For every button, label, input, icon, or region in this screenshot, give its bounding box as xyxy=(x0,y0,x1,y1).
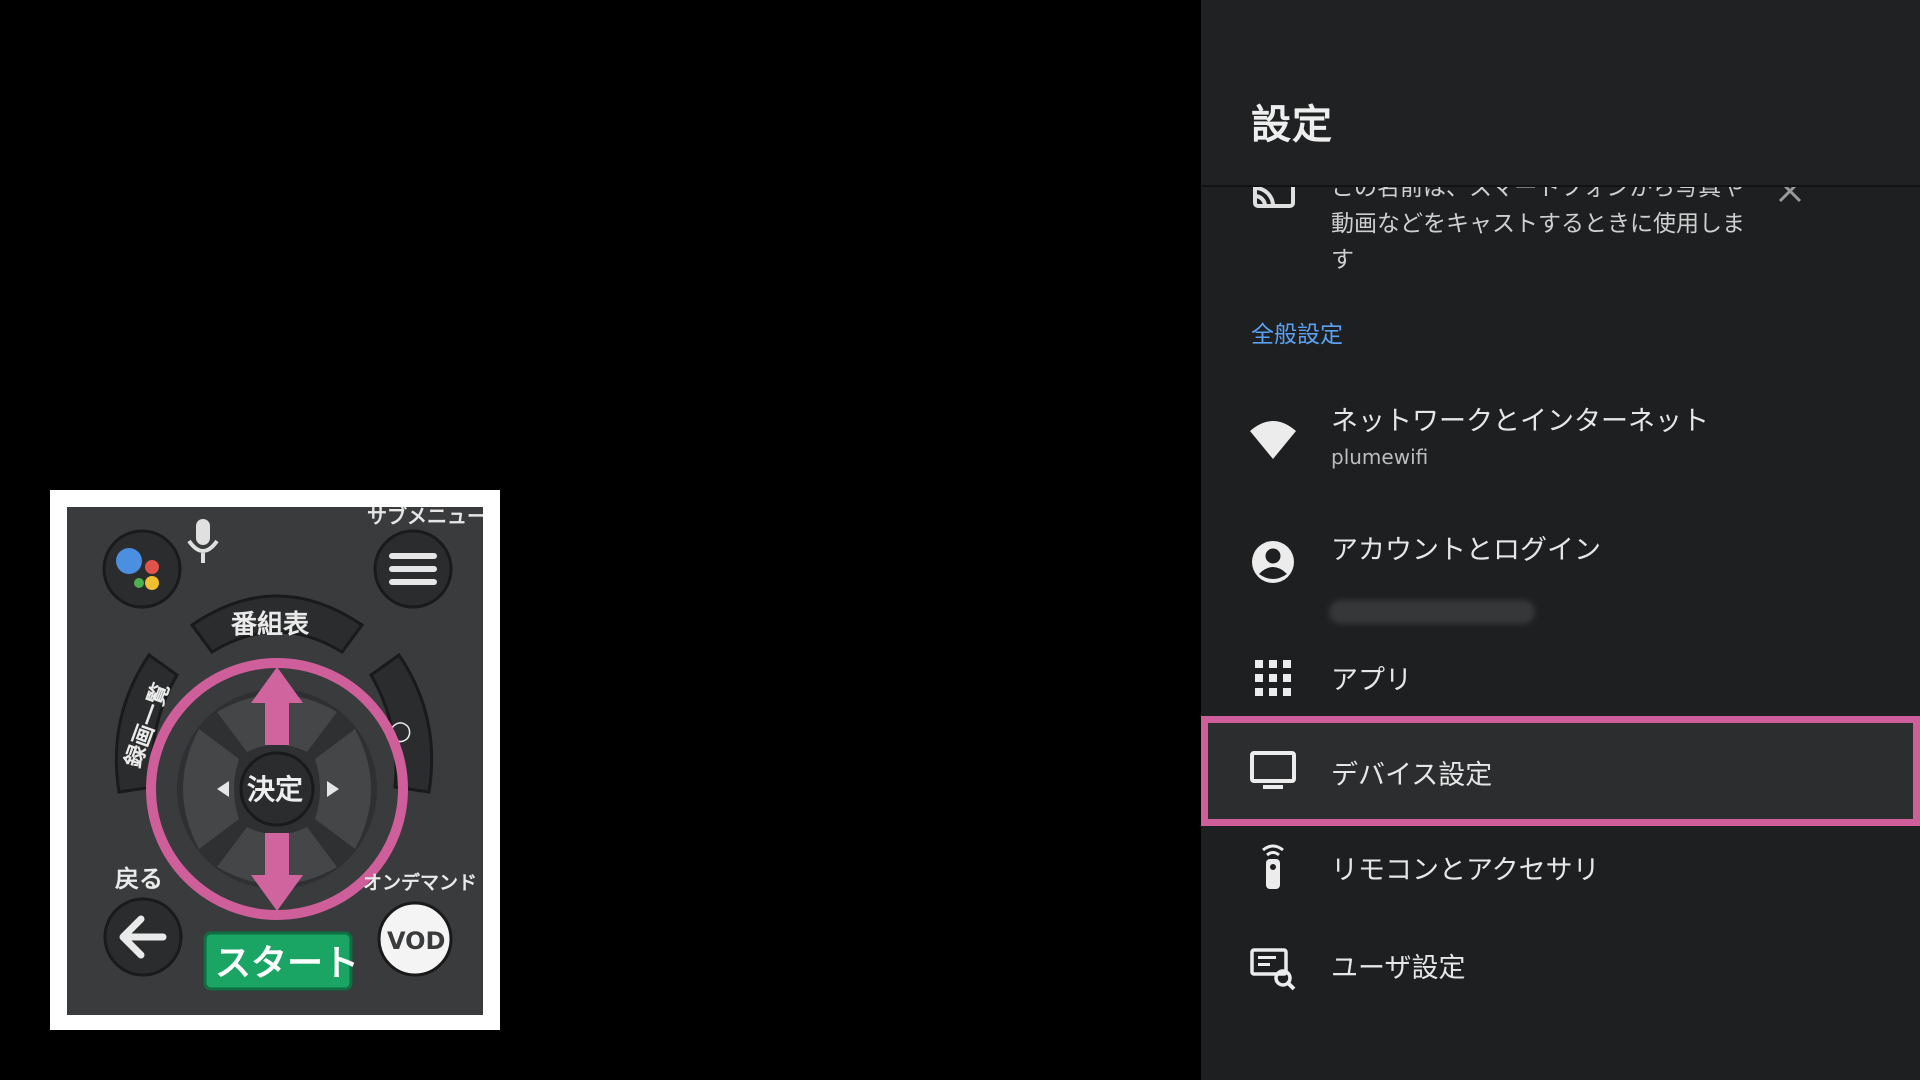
apps-grid-icon xyxy=(1255,660,1291,696)
submenu-label: サブメニュー xyxy=(367,507,483,528)
remote-illustration-frame: サブメニュー 番組表 録画一覧 ○ 決定 戻る スタート オンデマンド VOD xyxy=(50,490,500,1030)
back-button xyxy=(103,897,183,977)
remote-drawing: サブメニュー 番組表 録画一覧 ○ 決定 戻る スタート オンデマンド VOD xyxy=(102,507,483,991)
menu-item-network-label: ネットワークとインターネット xyxy=(1331,406,1709,437)
page-title: 設定 xyxy=(1251,102,1333,148)
menu-item-user-settings[interactable]: ユーザ設定 xyxy=(1201,936,1920,1032)
menu-item-account-label: アカウントとログイン xyxy=(1331,535,1601,566)
menu-item-remote-label: リモコンとアクセサリ xyxy=(1331,855,1600,886)
settings-panel: 設定 この名前は、スマートフォンから写真や動画などをキャストするときに使用します… xyxy=(1201,0,1920,1080)
microphone-icon xyxy=(187,519,219,563)
menu-item-account[interactable]: アカウントとログイン xyxy=(1201,524,1920,624)
account-circle-icon xyxy=(1252,541,1294,583)
menu-item-remote[interactable]: リモコンとアクセサリ xyxy=(1201,840,1920,936)
start-label: スタート xyxy=(215,943,359,984)
user-settings-icon xyxy=(1250,948,1296,991)
section-label-general: 全般設定 xyxy=(1251,322,1343,348)
wifi-icon xyxy=(1250,421,1296,459)
account-email-blurred xyxy=(1329,600,1535,624)
menu-item-network-sub: plumewifi xyxy=(1331,445,1429,469)
settings-header: 設定 xyxy=(1201,0,1920,185)
submenu-button xyxy=(373,529,453,609)
ok-label: 決定 xyxy=(247,773,303,806)
cast-notice-text: この名前は、スマートフォンから写真や動画などをキャストするときに使用します xyxy=(1331,175,1745,273)
on-demand-label: オンデマンド xyxy=(363,871,477,894)
menu-item-user-settings-label: ユーザ設定 xyxy=(1331,953,1466,984)
menu-item-network[interactable]: ネットワークとインターネット plumewifi xyxy=(1201,395,1920,491)
guide-label: 番組表 xyxy=(231,609,310,640)
remote-illustration: サブメニュー 番組表 録画一覧 ○ 決定 戻る スタート オンデマンド VOD xyxy=(67,507,483,1015)
vod-label: VOD xyxy=(387,927,445,955)
remote-icon xyxy=(1262,844,1284,889)
back-label: 戻る xyxy=(115,865,163,893)
google-assistant-button xyxy=(102,529,182,609)
vod-button: VOD xyxy=(377,901,453,977)
selection-highlight-frame xyxy=(1201,716,1920,826)
menu-item-apps-label: アプリ xyxy=(1331,665,1412,696)
